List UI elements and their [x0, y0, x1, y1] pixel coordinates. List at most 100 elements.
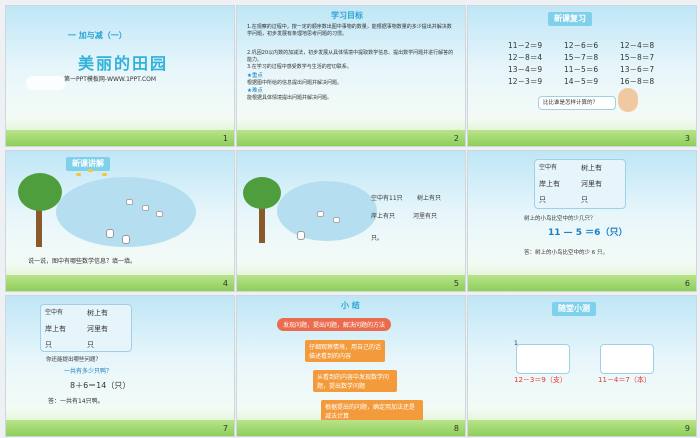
info-card: 空中有 树上有 岸上有 河里有 只 只: [40, 304, 132, 352]
goal-line-2: 2.巩固20以内数的加减法，初步发展从具体情境中提取数学信息、提出数学问题并进行…: [247, 50, 454, 63]
goal-line-1: 1.在观察的过程中，按一定的顺序数出图中事物的数量，能根据事物数量的多少提出并解…: [247, 24, 452, 37]
slide-thumbnail-5[interactable]: 空中有11只 树上有只 岸上有只 河里有只 只。 5: [236, 150, 466, 292]
summary-step-3: 根据提出的问题，确定用加法还是减法计算: [321, 400, 423, 422]
info-tag: 岸上有: [539, 180, 560, 188]
info-tag: 河里有只: [413, 213, 438, 220]
grass: [468, 130, 696, 146]
info-tag: 河里有: [87, 325, 108, 333]
slide-thumbnail-3[interactable]: 新课复习 11－2＝9 12－6＝6 12－4＝8 12－8＝4 15－7＝8 …: [467, 5, 697, 147]
equation: 14－5＝9: [564, 77, 599, 86]
rabbit-icon: [122, 235, 130, 244]
slide-number: 3: [684, 134, 690, 143]
slide-caption: 说一说，图中有哪些数学信息？填一填。: [28, 258, 137, 265]
river: [277, 181, 377, 241]
slide-thumbnail-8[interactable]: 小 结 发现问题，提出问题，解决问题的方法 仔细观察情境，用自己的话描述看到的内…: [236, 295, 466, 437]
equation: 15－7＝8: [564, 53, 599, 62]
answer: 答：树上的小鸟比空中的少 6 只。: [524, 250, 608, 256]
slide-sorter-grid: 一 加与减（一） 美丽的田园 第一PPT模板网-WWW.1PPT.COM 1 学…: [0, 0, 700, 438]
speech-bubble: 比比谁是怎样计算的？: [538, 96, 616, 110]
slide-number: 6: [684, 279, 690, 288]
slide-heading: 小 结: [341, 301, 360, 310]
grass: [237, 420, 465, 436]
picture-card: [600, 344, 654, 374]
equation: 16－8＝8: [620, 77, 655, 86]
equation: 13－6＝7: [620, 65, 655, 74]
grass: [6, 130, 234, 146]
bubble-text: 比比谁是怎样计算的？: [543, 100, 599, 106]
tree: [18, 173, 62, 211]
summary-step-2: 从看到的内容中发现数学问题，提出数学问题: [313, 370, 397, 392]
bird-icon: [76, 173, 81, 176]
info-tag: 河里有: [581, 180, 602, 188]
info-card: 空中有 树上有 岸上有 河里有 只 只: [534, 159, 626, 209]
sheep-icon: [126, 199, 133, 205]
grass: [468, 275, 696, 291]
slide-thumbnail-2[interactable]: 学习目标 1.在观察的过程中，按一定的顺序数出图中事物的数量，能根据事物数量的多…: [236, 5, 466, 147]
info-tag: 只: [87, 341, 94, 349]
info-tag: 只: [45, 341, 52, 349]
slide-subtitle: 一 加与减（一）: [68, 31, 127, 40]
slide-number: 1: [222, 134, 228, 143]
slide-thumbnail-4[interactable]: 新课讲解 说一说，图中有哪些数学信息？填一填。 4: [5, 150, 235, 292]
difficulty-text: 能根据具体情境提出问题并解决问题。: [247, 95, 333, 101]
equation: 12－6＝6: [564, 41, 599, 50]
info-tag: 岸上有: [45, 325, 66, 333]
tree: [243, 177, 281, 209]
grass: [237, 130, 465, 146]
equation: 15－8＝7: [620, 53, 655, 62]
sheep-icon: [317, 211, 324, 217]
sub-question: 一共有多少只鸭？: [64, 368, 113, 375]
info-tag: 树上有: [581, 164, 602, 172]
summary-step-1: 仔细观察情境，用自己的话描述看到的内容: [305, 340, 385, 362]
equation: 11－5＝6: [564, 65, 599, 74]
slide-thumbnail-6[interactable]: 空中有 树上有 岸上有 河里有 只 只 树上的小鸟比空中的少几只？ 11 — 5…: [467, 150, 697, 292]
slide-footer: 第一PPT模板网-WWW.1PPT.COM: [64, 76, 157, 83]
grass: [468, 420, 696, 436]
info-tag: 空中有11只: [371, 195, 403, 202]
equation: 12－8＝4: [508, 53, 543, 62]
grass: [237, 275, 465, 291]
equation: 12－4＝8: [620, 41, 655, 50]
sheep-icon: [156, 211, 163, 217]
cloud: [26, 76, 66, 90]
rabbit-icon: [297, 231, 305, 240]
slide-heading: 随堂小测: [552, 302, 596, 316]
goal-line-3: 3.在学习的过程中感受数学与生活的密切联系。: [247, 64, 352, 70]
slide-number: 2: [453, 134, 459, 143]
slide-thumbnail-9[interactable]: 随堂小测 1. 12－3＝9（支） 11－4＝7（本） 9: [467, 295, 697, 437]
question: 树上的小鸟比空中的少几只？: [524, 216, 596, 222]
grass: [6, 420, 234, 436]
slide-thumbnail-7[interactable]: 空中有 树上有 岸上有 河里有 只 只 你还能提出哪些问题？ 一共有多少只鸭？ …: [5, 295, 235, 437]
info-tag: 只。: [371, 235, 384, 242]
slide-number: 9: [684, 424, 690, 433]
rabbit-icon: [106, 229, 114, 238]
equation: 11－4＝7（本）: [598, 376, 651, 384]
summary-banner: 发现问题，提出问题，解决问题的方法: [277, 318, 392, 331]
slide-heading: 新课复习: [548, 12, 592, 26]
slide-number: 7: [222, 424, 228, 433]
slide-number: 8: [453, 424, 459, 433]
info-tag: 树上有只: [417, 195, 442, 202]
equation: 11 — 5 ＝6（只）: [548, 228, 628, 238]
slide-number: 5: [453, 279, 459, 288]
question: 你还能提出哪些问题？: [46, 357, 102, 363]
info-tag: 岸上有只: [371, 213, 396, 220]
equation: 12－3＝9: [508, 77, 543, 86]
answer: 答：一共有14只鸭。: [48, 398, 104, 405]
info-tag: 空中有: [45, 309, 64, 316]
equation: 11－2＝9: [508, 41, 543, 50]
slide-thumbnail-1[interactable]: 一 加与减（一） 美丽的田园 第一PPT模板网-WWW.1PPT.COM 1: [5, 5, 235, 147]
bird-icon: [102, 173, 107, 176]
boy-illustration: [618, 88, 638, 112]
slide-heading: 学习目标: [331, 11, 363, 20]
bird-icon: [88, 169, 93, 172]
info-tag: 只: [539, 196, 546, 204]
sheep-icon: [333, 217, 340, 223]
slide-title: 美丽的田园: [78, 54, 169, 73]
slide-number: 4: [222, 279, 228, 288]
grass: [6, 275, 234, 291]
info-tag: 空中有: [539, 164, 558, 171]
equation: 12－3＝9（支）: [514, 376, 567, 384]
info-tag: 树上有: [87, 309, 108, 317]
key-text: 根据图中所给的信息提出问题并解决问题。: [247, 80, 343, 86]
